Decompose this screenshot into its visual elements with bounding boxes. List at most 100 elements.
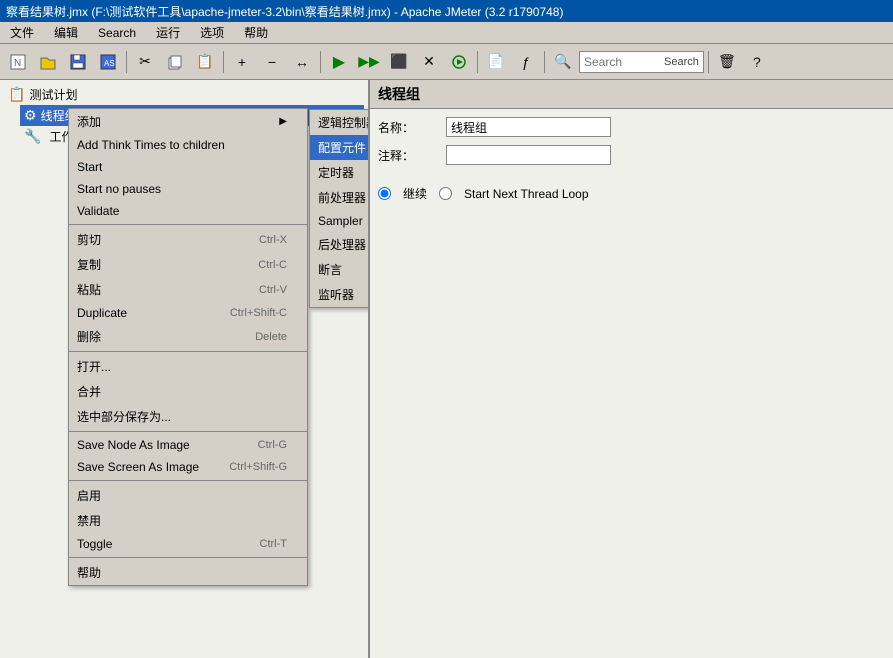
context-menu-paste[interactable]: 粘贴 Ctrl-V [69, 277, 307, 302]
menu-bar: 文件 编辑 Search 运行 选项 帮助 [0, 22, 893, 44]
radio-next-thread-loop[interactable] [439, 187, 452, 200]
context-menu-sep-5 [69, 557, 307, 558]
context-menu-think-times-label: Add Think Times to children [77, 138, 225, 152]
menu-edit[interactable]: 编辑 [48, 22, 84, 43]
tree-item-testplan[interactable]: 📋 测试计划 [4, 84, 364, 105]
toolbar-expand-btn[interactable]: + [228, 49, 256, 75]
right-panel-title-text: 线程组 [378, 86, 420, 102]
toolbar-play-nopauses-btn[interactable]: ▶▶ [355, 49, 383, 75]
toolbar-collapse-btn[interactable]: − [258, 49, 286, 75]
toolbar-shutdown-btn[interactable]: ✕ [415, 49, 443, 75]
context-menu-save-node-image-label: Save Node As Image [77, 438, 190, 452]
context-menu-help-label: 帮助 [77, 564, 101, 581]
toolbar-sep-4 [477, 51, 478, 73]
menu-search[interactable]: Search [92, 24, 142, 42]
context-menu-start[interactable]: Start [69, 156, 307, 178]
toolbar-remote-start-btn[interactable] [445, 49, 473, 75]
context-menu-help[interactable]: 帮助 [69, 560, 307, 585]
context-menu-disable[interactable]: 禁用 [69, 508, 307, 533]
context-menu-think-times[interactable]: Add Think Times to children [69, 134, 307, 156]
context-menu-cut[interactable]: 剪切 Ctrl-X [69, 227, 307, 252]
context-menu-toggle[interactable]: Toggle Ctrl-T [69, 533, 307, 555]
right-panel-title: 线程组 [370, 80, 893, 109]
toolbar-stop-btn[interactable]: ⬛ [385, 49, 413, 75]
context-menu-duplicate-label: Duplicate [77, 306, 127, 320]
submenu-l1-sampler[interactable]: Sampler ▶ [310, 210, 370, 232]
context-menu-delete[interactable]: 删除 Delete [69, 324, 307, 349]
menu-file[interactable]: 文件 [4, 22, 40, 43]
toolbar-function-btn[interactable]: ƒ [512, 49, 540, 75]
submenu-l1-pre-processor[interactable]: 前处理器 ▶ [310, 185, 370, 210]
context-menu-enable[interactable]: 启用 [69, 483, 307, 508]
context-menu-validate[interactable]: Validate [69, 200, 307, 222]
menu-options[interactable]: 选项 [194, 22, 230, 43]
comment-field-label: 注释： [378, 147, 438, 164]
context-menu-paste-shortcut: Ctrl-V [259, 284, 287, 296]
context-menu-open-label: 打开... [77, 358, 111, 375]
context-menu-save-node-image-shortcut: Ctrl-G [258, 439, 287, 451]
submenu-l1-config-element[interactable]: 配置元件 ▶ [310, 135, 370, 160]
context-menu-start-label: Start [77, 160, 102, 174]
context-menu-paste-label: 粘贴 [77, 281, 101, 298]
svg-text:AS: AS [104, 59, 115, 68]
context-menu-save-partial[interactable]: 选中部分保存为... [69, 404, 307, 429]
name-field-row: 名称： [378, 117, 885, 137]
context-menu-sep-2 [69, 351, 307, 352]
toolbar-clear-btn[interactable]: 🗑 [713, 49, 741, 75]
title-text: 察看结果树.jmx (F:\测试软件工具\apache-jmeter-3.2\b… [6, 3, 563, 20]
submenu-l1-config-element-label: 配置元件 [318, 139, 366, 156]
context-menu-open[interactable]: 打开... [69, 354, 307, 379]
right-panel: 线程组 名称： 注释： 继续 Start Next Thread Loop [370, 80, 893, 658]
name-field-label: 名称： [378, 119, 438, 136]
context-menu-save-node-image[interactable]: Save Node As Image Ctrl-G [69, 434, 307, 456]
context-menu-sep-1 [69, 224, 307, 225]
submenu-l1-assertion[interactable]: 断言 ▶ [310, 257, 370, 282]
context-menu-duplicate[interactable]: Duplicate Ctrl+Shift-C [69, 302, 307, 324]
toolbar-new-btn[interactable]: N [4, 49, 32, 75]
radio-group-action: 继续 Start Next Thread Loop [378, 185, 885, 202]
submenu-l1-logic-controller-label: 逻辑控制器 [318, 114, 370, 131]
context-menu-add-arrow: ▶ [279, 116, 287, 127]
context-menu-start-nopauses[interactable]: Start no pauses [69, 178, 307, 200]
toolbar-search-icon-btn[interactable]: 🔍 [549, 49, 577, 75]
title-bar: 察看结果树.jmx (F:\测试软件工具\apache-jmeter-3.2\b… [0, 0, 893, 22]
context-menu-add[interactable]: 添加 ▶ [69, 109, 307, 134]
toolbar-open-btn[interactable] [34, 49, 62, 75]
context-menu-save-screen-image-label: Save Screen As Image [77, 460, 199, 474]
tree-item-testplan-label: 测试计划 [29, 86, 77, 103]
toolbar-sep-5 [544, 51, 545, 73]
toolbar-play-btn[interactable]: ▶ [325, 49, 353, 75]
context-menu-toggle-shortcut: Ctrl-T [260, 538, 288, 550]
context-menu-delete-shortcut: Delete [255, 331, 287, 343]
menu-run[interactable]: 运行 [150, 22, 186, 43]
submenu-l1-timer[interactable]: 定时器 ▶ [310, 160, 370, 185]
toolbar-save-btn[interactable] [64, 49, 92, 75]
search-label: Search [664, 56, 699, 68]
name-field-input[interactable] [446, 117, 611, 137]
radio-continue[interactable] [378, 187, 391, 200]
context-menu-merge[interactable]: 合并 [69, 379, 307, 404]
svg-text:N: N [14, 58, 21, 69]
context-menu-merge-label: 合并 [77, 383, 101, 400]
search-input[interactable] [584, 55, 664, 69]
toolbar-templates-btn[interactable]: 📄 [482, 49, 510, 75]
main-area: 📋 测试计划 ⚙ 线程组 🔧 工作台 添加 ▶ [0, 80, 893, 658]
menu-help[interactable]: 帮助 [238, 22, 274, 43]
toolbar-saveas-btn[interactable]: AS [94, 49, 122, 75]
comment-field-input[interactable] [446, 145, 611, 165]
context-menu-save-screen-image[interactable]: Save Screen As Image Ctrl+Shift-G [69, 456, 307, 478]
submenu-l1-post-processor[interactable]: 后处理器 ▶ [310, 232, 370, 257]
context-menu-cut-label: 剪切 [77, 231, 101, 248]
toolbar-toggle-btn[interactable]: ↔ [288, 49, 316, 75]
submenu-l1-listener[interactable]: 监听器 ▶ [310, 282, 370, 307]
submenu-l1-pre-processor-label: 前处理器 [318, 189, 366, 206]
context-menu-toggle-label: Toggle [77, 537, 112, 551]
toolbar-cut-btn[interactable]: ✂ [131, 49, 159, 75]
submenu-l1-logic-controller[interactable]: 逻辑控制器 ▶ [310, 110, 370, 135]
toolbar: N AS ✂ 📋 + − ↔ ▶ ▶▶ ⬛ ✕ 📄 ƒ 🔍 Search 🗑 ? [0, 44, 893, 80]
context-menu-copy[interactable]: 复制 Ctrl-C [69, 252, 307, 277]
toolbar-copy-btn[interactable] [161, 49, 189, 75]
submenu-l1-post-processor-label: 后处理器 [318, 236, 366, 253]
toolbar-paste-btn[interactable]: 📋 [191, 49, 219, 75]
toolbar-help-btn[interactable]: ? [743, 49, 771, 75]
